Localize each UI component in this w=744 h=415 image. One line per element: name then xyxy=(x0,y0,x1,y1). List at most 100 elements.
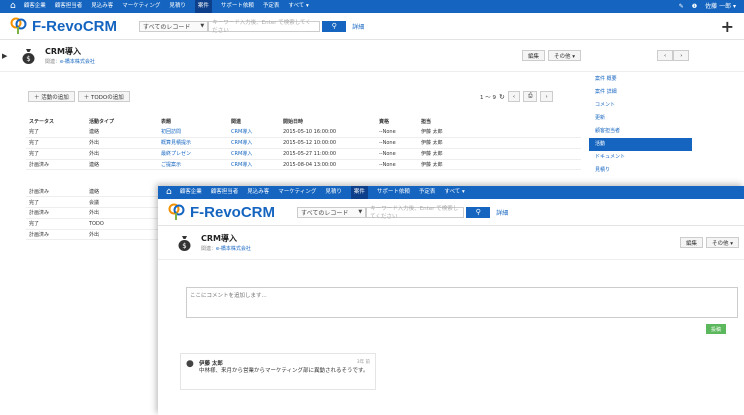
search-button[interactable]: ⚲ xyxy=(322,20,347,32)
comment-input[interactable] xyxy=(186,287,738,318)
table-cell: TODO xyxy=(86,218,158,230)
nav-item[interactable]: 見積り xyxy=(325,186,342,199)
pen-icon[interactable]: ✎ xyxy=(679,0,684,13)
nav-item[interactable]: サポート依頼 xyxy=(377,186,410,199)
cell-link[interactable]: CRM導入 xyxy=(231,129,252,135)
table-cell[interactable]: 最終プレゼン xyxy=(158,148,228,160)
sidebar-item[interactable]: コメント xyxy=(589,99,692,112)
more-button[interactable]: その他 ▾ xyxy=(706,237,740,248)
scope-select[interactable]: すべてのレコード ▼ xyxy=(297,206,367,218)
add-icon[interactable]: + xyxy=(721,17,734,36)
column-header[interactable]: 資格 xyxy=(376,116,418,127)
table-row[interactable]: 完了 外出 最終プレゼン CRM導入 2015-05-27 11:00:00 --None… xyxy=(26,148,581,160)
edit-button[interactable]: 編集 xyxy=(522,50,546,61)
search-input[interactable]: キーワード入力後、Enter で検索してください xyxy=(208,20,321,34)
column-header[interactable]: 表題 xyxy=(158,116,228,127)
sidebar-item[interactable]: 更新 xyxy=(589,112,692,125)
advanced-search-link[interactable]: 詳細 xyxy=(352,22,364,31)
nav-item[interactable]: 見積り xyxy=(169,0,186,13)
cell-link[interactable]: ご提案示 xyxy=(161,162,181,168)
related-link[interactable]: e-橋本株式会社 xyxy=(216,246,251,252)
logo[interactable]: F-RevoCRM xyxy=(168,203,275,221)
nav-item[interactable]: マーケティング xyxy=(278,186,316,199)
related-link[interactable]: e-橋本株式会社 xyxy=(60,59,95,65)
column-header[interactable]: 開始日時 xyxy=(280,116,376,127)
add-todo-button[interactable]: ＋ TODOの追加 xyxy=(77,91,130,102)
nav-item[interactable]: 顧客担当者 xyxy=(211,186,239,199)
table-row[interactable]: 計画済み 外出 xyxy=(26,229,158,241)
nav-item[interactable]: 見込み客 xyxy=(91,0,113,13)
refresh-icon[interactable]: ↻ xyxy=(499,93,505,101)
cell-link[interactable]: 概算見積提示 xyxy=(161,140,191,146)
sidebar-item[interactable]: 活動 xyxy=(589,138,692,151)
record-header: $ CRM導入 関連：e-橋本株式会社 編集 その他 ▾ xyxy=(158,226,744,260)
table-row[interactable]: 完了 TODO xyxy=(26,218,158,230)
table-row[interactable]: 計画済み 外出 xyxy=(26,207,158,219)
next-record-button[interactable]: › xyxy=(673,50,690,61)
search-button[interactable]: ⚲ xyxy=(466,206,491,218)
user-menu[interactable]: 佐藤 一郎 ▾ xyxy=(705,0,736,13)
record-title: CRM導入 xyxy=(45,47,81,56)
table-cell[interactable]: CRM導入 xyxy=(228,148,280,160)
home-icon[interactable]: ⌂ xyxy=(10,0,16,13)
cell-link[interactable]: 最終プレゼン xyxy=(161,151,191,157)
search-icon: ⚲ xyxy=(475,208,481,216)
table-cell[interactable]: CRM導入 xyxy=(228,159,280,171)
table-cell: 計画済み xyxy=(26,229,86,241)
cell-link[interactable]: CRM導入 xyxy=(231,162,252,168)
table-cell: --None xyxy=(376,148,418,160)
nav-item[interactable]: サポート依頼 xyxy=(221,0,254,13)
nav-item[interactable]: マーケティング xyxy=(122,0,160,13)
page-jump-button[interactable]: ⎙ xyxy=(523,91,538,102)
table-cell[interactable]: CRM導入 xyxy=(228,126,280,139)
cell-text: 完了 xyxy=(29,129,40,136)
table-cell[interactable]: ご提案示 xyxy=(158,159,228,171)
cell-link[interactable]: 初回訪問 xyxy=(161,129,181,135)
sidebar-item[interactable]: 見積り xyxy=(589,164,692,177)
sidebar-item[interactable]: 顧客担当者 xyxy=(589,125,692,138)
nav-item[interactable]: 見込み客 xyxy=(247,186,269,199)
table-cell[interactable]: 概算見積提示 xyxy=(158,137,228,149)
expand-arrow-icon[interactable]: ▶ xyxy=(2,52,7,60)
home-icon[interactable]: ⌂ xyxy=(166,186,172,199)
nav-item[interactable]: 予定表 xyxy=(419,186,436,199)
logo[interactable]: F-RevoCRM xyxy=(10,17,117,35)
column-header[interactable]: 活動タイプ xyxy=(86,116,158,127)
cell-link[interactable]: CRM導入 xyxy=(231,151,252,157)
nav-item[interactable]: 顧客企業 xyxy=(24,0,46,13)
table-row[interactable]: 計画済み 連絡 ご提案示 CRM導入 2015-08-04 13:00:00 --None… xyxy=(26,159,581,171)
table-cell[interactable]: 初回訪問 xyxy=(158,126,228,139)
sidebar-item[interactable]: ドキュメント xyxy=(589,151,692,164)
next-page-button[interactable]: › xyxy=(540,91,553,102)
column-header[interactable]: 関連 xyxy=(228,116,280,127)
nav-item-active[interactable]: 案件 xyxy=(350,186,368,199)
nav-item[interactable]: 顧客担当者 xyxy=(55,0,83,13)
prev-record-button[interactable]: ‹ xyxy=(657,50,674,61)
cell-link[interactable]: CRM導入 xyxy=(231,140,252,146)
table-row[interactable]: 完了 会議 xyxy=(26,196,158,209)
search-icon: ⚲ xyxy=(331,22,337,30)
help-icon[interactable]: ❶ xyxy=(692,0,697,13)
prev-page-button[interactable]: ‹ xyxy=(507,91,521,102)
table-cell[interactable]: CRM導入 xyxy=(228,137,280,149)
column-header[interactable]: 担当 xyxy=(418,116,581,127)
table-row[interactable]: 計画済み 連絡 xyxy=(26,186,158,198)
nav-item[interactable]: 予定表 xyxy=(263,0,280,13)
table-row[interactable]: 完了 連絡 初回訪問 CRM導入 2015-05-10 16:00:00 --None 伊藤… xyxy=(26,126,581,139)
add-activity-button[interactable]: ＋ 活動の追加 xyxy=(28,91,75,102)
post-button[interactable]: 投稿 xyxy=(706,324,726,334)
nav-item-all[interactable]: すべて ▾ xyxy=(288,0,308,13)
search-input[interactable]: キーワード入力後、Enter で検索してください xyxy=(366,206,465,220)
advanced-search-link[interactable]: 詳細 xyxy=(496,208,508,217)
sidebar-item[interactable]: 案件 概要 xyxy=(589,73,692,86)
edit-button[interactable]: 編集 xyxy=(680,237,704,248)
scope-select[interactable]: すべてのレコード ▼ xyxy=(139,20,209,32)
sidebar-item[interactable]: 案件 詳細 xyxy=(589,86,692,99)
table-cell: 連絡 xyxy=(86,186,158,198)
nav-item-active[interactable]: 案件 xyxy=(194,0,212,13)
nav-item-all[interactable]: すべて ▾ xyxy=(444,186,464,199)
column-header[interactable]: ステータス xyxy=(26,116,86,127)
more-button[interactable]: その他 ▾ xyxy=(548,50,582,61)
nav-item[interactable]: 顧客企業 xyxy=(180,186,202,199)
table-row[interactable]: 完了 外出 概算見積提示 CRM導入 2015-05-12 10:00:00 --None… xyxy=(26,137,581,149)
